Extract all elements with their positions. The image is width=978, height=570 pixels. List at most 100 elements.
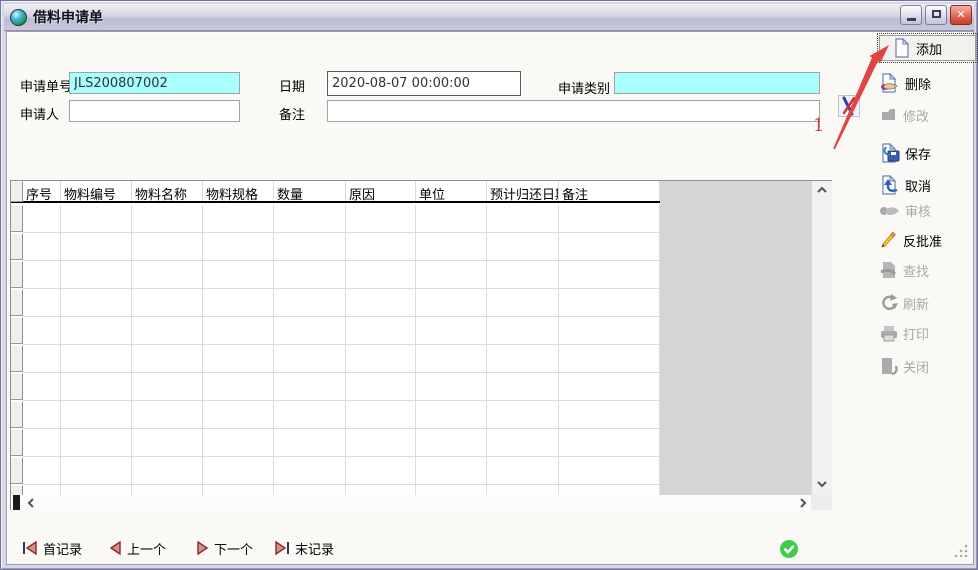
table-cell[interactable] — [416, 205, 487, 232]
table-cell[interactable] — [274, 457, 346, 484]
table-cell[interactable] — [346, 485, 416, 495]
table-cell[interactable] — [203, 233, 274, 260]
date-field[interactable] — [327, 71, 521, 96]
table-row[interactable] — [23, 373, 660, 401]
table-cell[interactable] — [203, 345, 274, 372]
record-nav-1[interactable]: 首记录 — [22, 538, 82, 558]
table-cell[interactable] — [132, 345, 203, 372]
table-cell[interactable] — [559, 317, 660, 344]
table-row[interactable] — [23, 485, 660, 495]
table-cell[interactable] — [416, 485, 487, 495]
table-cell[interactable] — [416, 373, 487, 400]
table-cell[interactable] — [274, 317, 346, 344]
table-cell[interactable] — [346, 457, 416, 484]
table-cell[interactable] — [416, 457, 487, 484]
table-cell[interactable] — [61, 373, 132, 400]
table-cell[interactable] — [487, 373, 559, 400]
record-nav-2[interactable]: 上一个 — [109, 538, 166, 558]
table-cell[interactable] — [61, 345, 132, 372]
table-cell[interactable] — [559, 233, 660, 260]
table-cell[interactable] — [274, 205, 346, 232]
row-header-cell[interactable] — [11, 345, 23, 372]
table-cell[interactable] — [23, 485, 61, 495]
table-cell[interactable] — [61, 261, 132, 288]
table-cell[interactable] — [416, 429, 487, 456]
row-header-cell[interactable] — [11, 401, 23, 428]
table-cell[interactable] — [559, 345, 660, 372]
table-cell[interactable] — [23, 457, 61, 484]
scroll-up-icon[interactable] — [817, 185, 827, 196]
table-row[interactable] — [23, 401, 660, 429]
table-row[interactable] — [23, 345, 660, 373]
table-cell[interactable] — [416, 233, 487, 260]
table-cell[interactable] — [346, 345, 416, 372]
table-cell[interactable] — [23, 373, 61, 400]
scroll-down-icon[interactable] — [817, 479, 827, 490]
table-cell[interactable] — [559, 289, 660, 316]
table-cell[interactable] — [346, 317, 416, 344]
table-cell[interactable] — [559, 401, 660, 428]
table-cell[interactable] — [416, 401, 487, 428]
table-cell[interactable] — [61, 317, 132, 344]
table-cell[interactable] — [416, 317, 487, 344]
table-cell[interactable] — [132, 401, 203, 428]
table-cell[interactable] — [346, 261, 416, 288]
hscroll-thumb[interactable] — [13, 495, 20, 510]
table-cell[interactable] — [23, 205, 61, 232]
applicant-field[interactable] — [69, 100, 240, 122]
table-row[interactable] — [23, 205, 660, 233]
sidebar-button-5[interactable]: 取消 — [879, 173, 976, 197]
table-cell[interactable] — [559, 205, 660, 232]
detail-grid[interactable]: 序号物料编号物料名称物料规格数量原因单位预计归还日期备注 — [10, 180, 832, 510]
record-nav-3[interactable]: 下一个 — [196, 538, 253, 558]
resize-grip-icon[interactable] — [953, 543, 969, 561]
table-cell[interactable] — [274, 429, 346, 456]
table-cell[interactable] — [487, 233, 559, 260]
table-row[interactable] — [23, 289, 660, 317]
table-cell[interactable] — [203, 373, 274, 400]
table-cell[interactable] — [132, 261, 203, 288]
table-cell[interactable] — [487, 289, 559, 316]
table-row[interactable] — [23, 233, 660, 261]
row-header-cell[interactable] — [11, 205, 23, 232]
table-cell[interactable] — [416, 261, 487, 288]
table-cell[interactable] — [23, 345, 61, 372]
vertical-scrollbar[interactable] — [811, 181, 832, 495]
table-cell[interactable] — [487, 205, 559, 232]
table-cell[interactable] — [346, 373, 416, 400]
table-cell[interactable] — [559, 429, 660, 456]
table-cell[interactable] — [559, 457, 660, 484]
table-cell[interactable] — [559, 485, 660, 495]
table-cell[interactable] — [487, 401, 559, 428]
sidebar-button-6[interactable]: 审核 — [879, 198, 976, 222]
table-cell[interactable] — [559, 373, 660, 400]
sidebar-button-2[interactable]: 删除 — [879, 71, 976, 95]
table-cell[interactable] — [203, 457, 274, 484]
table-cell[interactable] — [487, 345, 559, 372]
table-cell[interactable] — [132, 457, 203, 484]
table-cell[interactable] — [203, 261, 274, 288]
table-cell[interactable] — [23, 317, 61, 344]
table-row[interactable] — [23, 317, 660, 345]
table-row[interactable] — [23, 429, 660, 457]
table-cell[interactable] — [61, 457, 132, 484]
table-cell[interactable] — [132, 373, 203, 400]
table-cell[interactable] — [274, 261, 346, 288]
table-cell[interactable] — [61, 429, 132, 456]
table-cell[interactable] — [132, 233, 203, 260]
table-cell[interactable] — [487, 317, 559, 344]
horizontal-scrollbar[interactable] — [11, 495, 811, 510]
table-cell[interactable] — [132, 429, 203, 456]
table-cell[interactable] — [132, 317, 203, 344]
cross-tools-icon[interactable] — [838, 95, 860, 117]
table-row[interactable] — [23, 261, 660, 289]
table-cell[interactable] — [487, 261, 559, 288]
row-header-cell[interactable] — [11, 233, 23, 260]
table-cell[interactable] — [23, 289, 61, 316]
table-cell[interactable] — [346, 205, 416, 232]
table-cell[interactable] — [346, 289, 416, 316]
table-cell[interactable] — [203, 485, 274, 495]
sidebar-button-4[interactable]: 保存 — [879, 141, 976, 165]
remark-field[interactable] — [327, 100, 820, 122]
table-cell[interactable] — [274, 233, 346, 260]
